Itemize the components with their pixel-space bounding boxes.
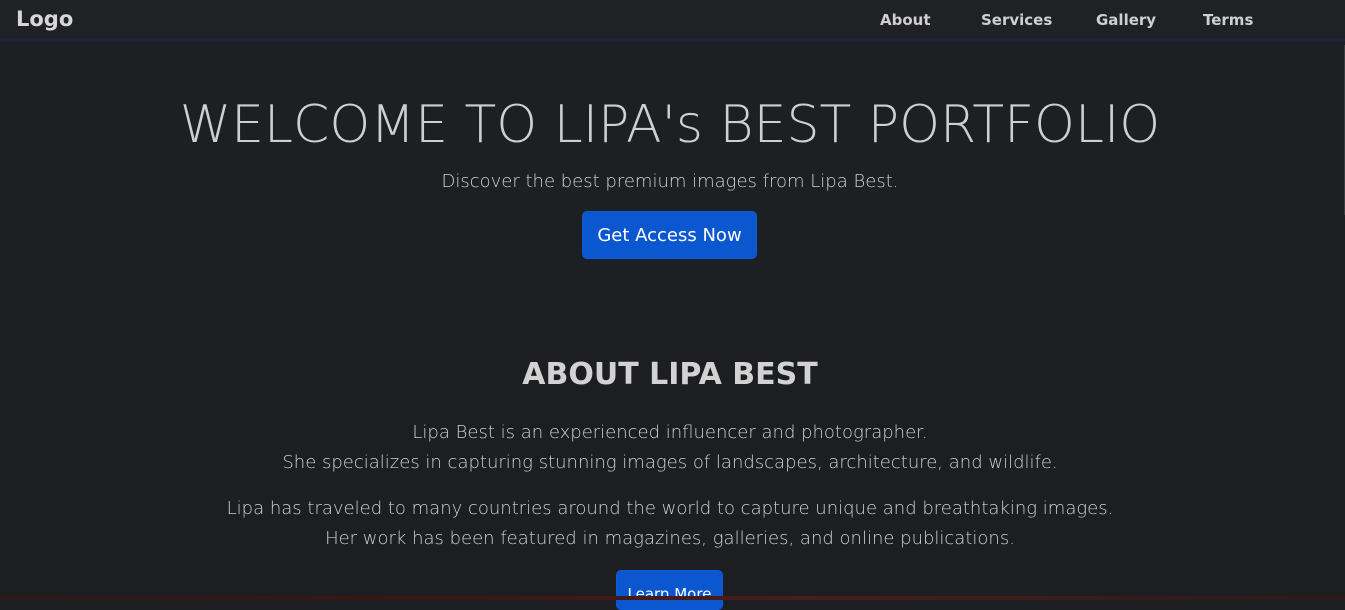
- hero-section: WELCOME TO LIPA's BEST PORTFOLIO Discove…: [0, 45, 1345, 305]
- nav-link-services[interactable]: Services: [981, 11, 1052, 29]
- nav-link-terms[interactable]: Terms: [1203, 11, 1253, 29]
- about-paragraph-line: Her work has been featured in magazines,…: [325, 528, 1015, 549]
- learn-more-button[interactable]: Learn More: [616, 570, 723, 610]
- logo[interactable]: Logo: [16, 7, 73, 31]
- about-paragraph-line: Lipa has traveled to many countries arou…: [226, 498, 1114, 519]
- hero-subtitle: Discover the best premium images from Li…: [441, 171, 899, 192]
- top-navbar: Logo About Services Gallery Terms: [0, 0, 1345, 42]
- about-paragraph-line: Lipa Best is an experienced influencer a…: [412, 422, 928, 443]
- nav-link-gallery[interactable]: Gallery: [1096, 11, 1156, 29]
- get-access-button[interactable]: Get Access Now: [582, 211, 757, 259]
- nav-link-about[interactable]: About: [880, 11, 931, 29]
- about-paragraph-line: She specializes in capturing stunning im…: [282, 452, 1058, 473]
- about-section: ABOUT LIPA BEST Lipa Best is an experien…: [0, 305, 1345, 610]
- bottom-edge-strip: [0, 596, 1345, 600]
- hero-title: WELCOME TO LIPA's BEST PORTFOLIO: [179, 95, 1161, 155]
- about-title: ABOUT LIPA BEST: [522, 357, 818, 392]
